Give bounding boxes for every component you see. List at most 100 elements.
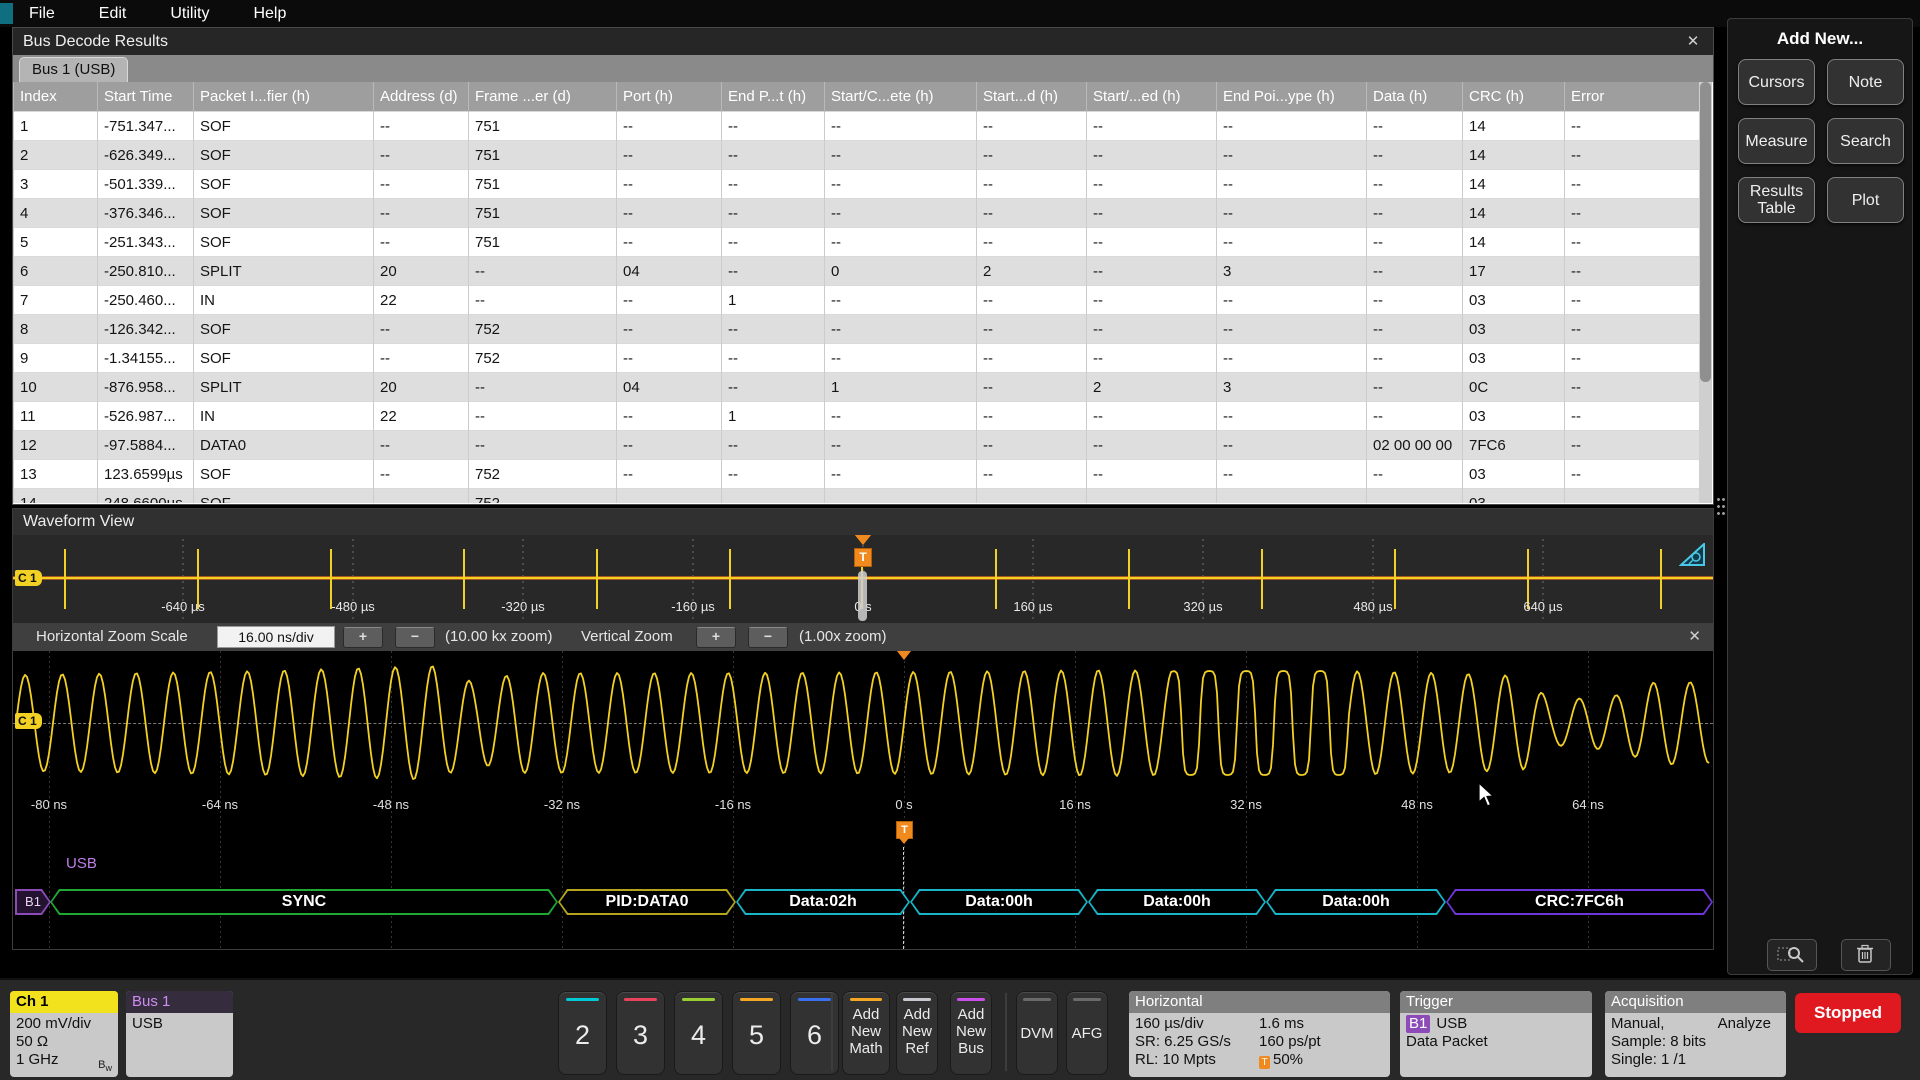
cell: -- [1217, 460, 1367, 489]
zoom-tool-button[interactable] [1767, 939, 1817, 971]
cell: 2 [14, 141, 98, 170]
cell: SOF [194, 199, 374, 228]
cell: -- [1367, 373, 1463, 402]
ch1-setting: 200 mV/div [16, 1015, 118, 1033]
table-row[interactable]: 8-126.342...SOF--752--------------03-- [14, 315, 1701, 344]
bus-field-data-02h[interactable]: Data:02h [736, 889, 910, 915]
zoomed-waveform-area[interactable]: C 1 -80 ns-64 ns-48 ns-32 ns-16 ns0 s16 … [13, 651, 1713, 949]
cell: -- [722, 431, 825, 460]
table-row[interactable]: 7-250.460...IN22----1----------03-- [14, 286, 1701, 315]
table-row[interactable]: 11-526.987...IN22----1----------03-- [14, 402, 1701, 431]
cell: IN [194, 286, 374, 315]
menu-item-help[interactable]: Help [253, 5, 286, 23]
table-row[interactable]: 3-501.339...SOF--751--------------14-- [14, 170, 1701, 199]
cell: -- [825, 228, 977, 257]
bus-decode-track[interactable]: B1 SYNCPID:DATA0Data:02hData:00hData:00h… [13, 889, 1713, 915]
cell: 751 [469, 170, 617, 199]
h-zoom-scale-input[interactable]: 16.00 ns/div [217, 626, 335, 648]
cell: -- [1565, 315, 1701, 344]
add-new-bus-button[interactable]: AddNewBus [950, 991, 992, 1075]
table-row[interactable]: 6-250.810...SPLIT20--04--02--3--17-- [14, 257, 1701, 286]
table-row[interactable]: 10-876.958...SPLIT20--04--1--23--0C-- [14, 373, 1701, 402]
trigger-marker[interactable]: T [854, 548, 872, 567]
table-row[interactable]: 14248.6600µsSOF--752--------------03-- [14, 489, 1701, 504]
channel-2-button[interactable]: 2 [558, 991, 607, 1075]
zoom-tick-label: 32 ns [1230, 797, 1262, 812]
bus-field-pid-data0[interactable]: PID:DATA0 [558, 889, 736, 915]
cell: -- [1367, 489, 1463, 504]
h-zoom-plus-button[interactable]: + [343, 627, 383, 648]
bus1-badge-panel[interactable]: Bus 1 USB [126, 991, 233, 1077]
channel1-badge-panel[interactable]: Ch 1 200 mV/div50 Ω1 GHz Bw [10, 991, 118, 1077]
cell: -- [617, 402, 722, 431]
add-new-results-table-button[interactable]: Results Table [1738, 177, 1815, 223]
v-zoom-plus-button[interactable]: + [696, 627, 736, 648]
bus-field-sync[interactable]: SYNC [50, 889, 558, 915]
add-new-cursors-button[interactable]: Cursors [1738, 59, 1815, 105]
h-zoom-minus-button[interactable]: − [395, 627, 435, 648]
cell: -- [1087, 257, 1217, 286]
overview-zoom-slider[interactable] [858, 571, 867, 621]
add-new-plot-button[interactable]: Plot [1827, 177, 1904, 223]
zoom-close-icon[interactable]: ✕ [1688, 627, 1701, 645]
cell: -- [1087, 141, 1217, 170]
bus-field-data-00h[interactable]: Data:00h [910, 889, 1088, 915]
add-new-measure-button[interactable]: Measure [1738, 118, 1815, 164]
acq-analyze: Analyze [1718, 1015, 1771, 1033]
add-new-math-button[interactable]: AddNewMath [842, 991, 890, 1075]
bus-field-data-00h[interactable]: Data:00h [1266, 889, 1446, 915]
cell: -- [1565, 170, 1701, 199]
channel-5-button[interactable]: 5 [732, 991, 781, 1075]
trigger-badge[interactable]: Trigger B1USB Data Packet [1400, 991, 1592, 1077]
cell: 751 [469, 228, 617, 257]
cell: -- [1087, 315, 1217, 344]
cell: -- [374, 431, 469, 460]
trash-button[interactable] [1841, 939, 1891, 971]
cell: 1 [14, 112, 98, 141]
table-scrollbar-thumb[interactable] [1700, 82, 1711, 382]
bus1-badge[interactable]: B1 [15, 889, 51, 915]
channel-3-button[interactable]: 3 [616, 991, 665, 1075]
results-window-titlebar: Bus Decode Results ✕ [13, 28, 1713, 55]
add-new-ref-button[interactable]: AddNewRef [896, 991, 938, 1075]
close-icon[interactable]: ✕ [1683, 28, 1703, 55]
cell: -- [825, 141, 977, 170]
add-new-note-button[interactable]: Note [1827, 59, 1904, 105]
cell: -- [1367, 112, 1463, 141]
table-row[interactable]: 5-251.343...SOF--751--------------14-- [14, 228, 1701, 257]
table-row[interactable]: 13123.6599µsSOF--752--------------03-- [14, 460, 1701, 489]
channel-4-button[interactable]: 4 [674, 991, 723, 1075]
cell: 1 [722, 402, 825, 431]
zoom-overview-icon[interactable] [1679, 543, 1705, 567]
table-row[interactable]: 9-1.34155...SOF--752--------------03-- [14, 344, 1701, 373]
table-row[interactable]: 1-751.347...SOF--751--------------14-- [14, 112, 1701, 141]
cell: 04 [617, 373, 722, 402]
menu-item-file[interactable]: File [29, 5, 55, 23]
bus-field-crc-7fc6h[interactable]: CRC:7FC6h [1446, 889, 1713, 915]
table-row[interactable]: 12-97.5884...DATA0----------------02 00 … [14, 431, 1701, 460]
cell: -- [617, 199, 722, 228]
afg-button[interactable]: AFG [1066, 991, 1108, 1075]
tab-bus1-usb[interactable]: Bus 1 (USB) [19, 57, 128, 83]
column-header: Start/...ed (h) [1087, 82, 1217, 112]
panel-drag-handle-icon[interactable] [1716, 496, 1726, 518]
cell: -- [617, 112, 722, 141]
cell: -- [825, 431, 977, 460]
cell: -- [469, 431, 617, 460]
table-row[interactable]: 4-376.346...SOF--751--------------14-- [14, 199, 1701, 228]
add-new-search-button[interactable]: Search [1827, 118, 1904, 164]
menu-item-edit[interactable]: Edit [99, 5, 127, 23]
acquisition-badge[interactable]: Acquisition Manual, Analyze Sample: 8 bi… [1605, 991, 1786, 1077]
horizontal-badge[interactable]: Horizontal 160 µs/div1.6 msSR: 6.25 GS/s… [1129, 991, 1390, 1077]
bus-field-data-00h[interactable]: Data:00h [1088, 889, 1266, 915]
dvm-button[interactable]: DVM [1016, 991, 1058, 1075]
table-row[interactable]: 2-626.349...SOF--751--------------14-- [14, 141, 1701, 170]
stopped-button[interactable]: Stopped [1795, 993, 1901, 1033]
waveform-overview[interactable]: -640 µs-480 µs-320 µs-160 µs0 s160 µs320… [13, 535, 1713, 623]
menu-item-utility[interactable]: Utility [170, 5, 209, 23]
cell: -- [1087, 286, 1217, 315]
channel1-badge-zoom: C 1 [15, 713, 42, 729]
table-scrollbar[interactable] [1699, 82, 1712, 503]
cell: 03 [1463, 344, 1565, 373]
v-zoom-minus-button[interactable]: − [748, 627, 788, 648]
